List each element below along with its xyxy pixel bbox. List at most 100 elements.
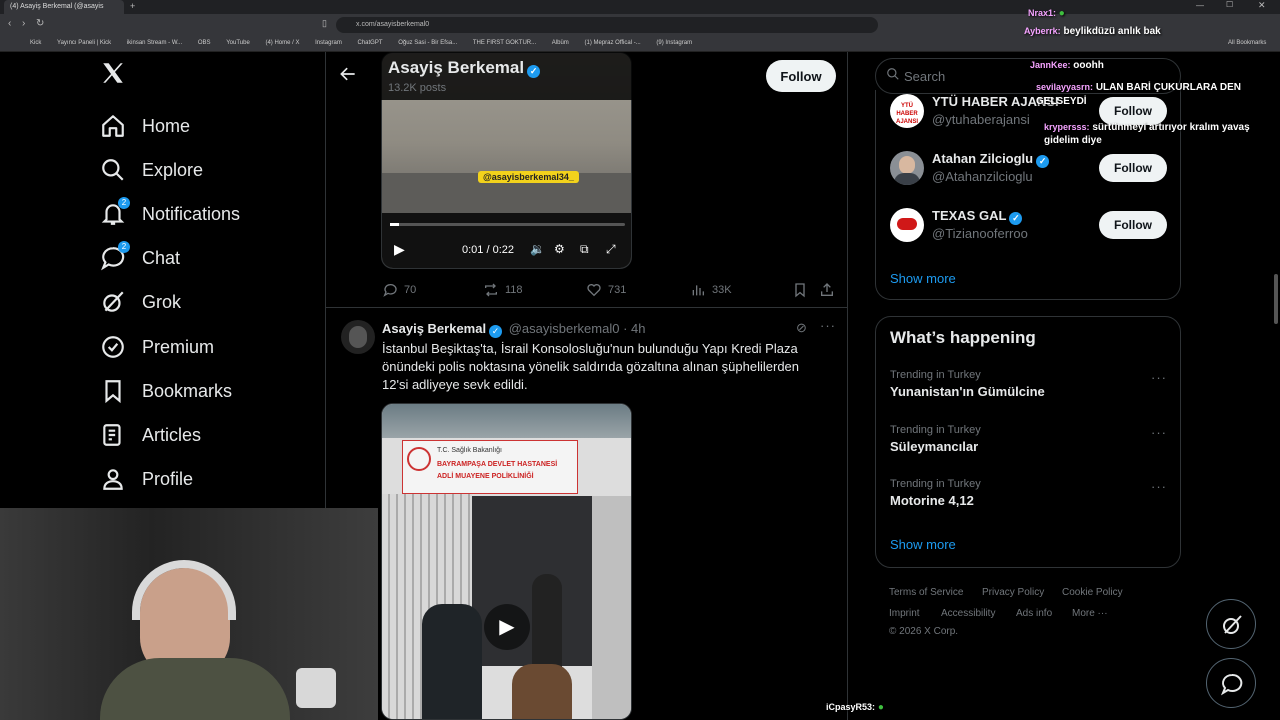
bookmark-item[interactable]: Yayıncı Paneli | Kick <box>57 40 111 46</box>
footer-link[interactable]: More ··· <box>1072 608 1108 619</box>
trend-context: Trending in Turkey <box>890 424 981 436</box>
repost-button[interactable]: 118 <box>483 282 523 298</box>
bookmark-item[interactable]: (1) Mepraz Offical -... <box>584 40 640 46</box>
like-count: 731 <box>608 284 627 296</box>
footer-link[interactable]: Accessibility <box>941 608 995 619</box>
grok-fab[interactable] <box>1206 599 1256 649</box>
video-watermark: @asayisberkemal34_ <box>478 171 579 183</box>
more-options-icon[interactable]: ··· <box>1151 479 1167 494</box>
trend-item[interactable]: Trending in Turkey Motorine 4,12 <box>890 478 1170 508</box>
nav-grok[interactable]: Grok <box>100 282 181 322</box>
bookmark-item[interactable]: OBS <box>198 40 211 46</box>
nav-profile[interactable]: Profile <box>100 459 193 499</box>
person-figure <box>422 604 482 719</box>
video-thumbnail[interactable]: T.C. Sağlık Bakanlığı BAYRAMPAŞA DEVLET … <box>381 403 632 720</box>
emote-icon: ● <box>1058 8 1065 19</box>
play-icon[interactable]: ▶ <box>394 241 405 258</box>
nav-home[interactable]: Home <box>100 106 190 146</box>
bookmark-item[interactable]: ChatGPT <box>358 40 383 46</box>
more-options-icon[interactable]: ··· <box>820 318 836 333</box>
profile-name: Asayiş Berkemal ✓ <box>388 58 541 78</box>
footer-link[interactable]: Imprint <box>889 608 920 619</box>
address-bar[interactable]: x.com/asayisberkemal0 <box>336 17 878 33</box>
views-icon <box>692 285 704 296</box>
play-icon[interactable]: ▶ <box>484 604 530 650</box>
nav-articles[interactable]: Articles <box>100 415 201 455</box>
bookmark-item[interactable]: THE FIRST GOKTUR... <box>473 40 536 46</box>
share-button[interactable] <box>819 282 841 298</box>
views-button[interactable]: 33K <box>690 282 732 298</box>
url-text: x.com/asayisberkemal0 <box>356 21 430 28</box>
bookmark-item[interactable]: Kick <box>30 40 41 46</box>
tweet-time[interactable]: · 4h <box>623 321 645 336</box>
volume-icon[interactable]: 🔉 <box>530 242 545 256</box>
trend-context: Trending in Turkey <box>890 478 981 490</box>
bookmark-item[interactable]: YouTube <box>226 40 250 46</box>
search-icon <box>100 157 126 183</box>
show-more-link[interactable]: Show more <box>890 537 956 552</box>
user-avatar <box>890 208 924 242</box>
bookmark-page-icon[interactable]: ▯ <box>322 18 327 29</box>
follow-button[interactable]: Follow <box>766 60 836 92</box>
bookmark-item[interactable]: (9) Instagram <box>656 40 692 46</box>
tweet-author-name[interactable]: Asayiş Berkemal <box>382 321 486 336</box>
nav-premium[interactable]: Premium <box>100 327 214 367</box>
like-button[interactable]: 731 <box>586 282 626 298</box>
x-logo-icon[interactable] <box>100 60 126 94</box>
nav-label: Premium <box>142 336 215 357</box>
messages-fab[interactable] <box>1206 658 1256 708</box>
progress-track[interactable] <box>390 223 625 226</box>
follow-button[interactable]: Follow <box>1099 211 1167 239</box>
bookmark-item[interactable]: Oğuz Sasi - Bir Efsa... <box>398 40 457 46</box>
follow-button[interactable]: Follow <box>1099 154 1167 182</box>
bookmark-item[interactable]: ikinsan Stream - W... <box>127 40 182 46</box>
reply-button[interactable]: 70 <box>382 282 416 298</box>
article-icon <box>100 422 126 448</box>
nav-label: Notifications <box>142 203 241 224</box>
more-options-icon[interactable]: ··· <box>1151 370 1167 385</box>
user-name: TEXAS GAL ✓ <box>932 208 1023 225</box>
show-more-link[interactable]: Show more <box>890 271 956 286</box>
nav-chat[interactable]: 2 Chat <box>100 238 180 278</box>
bookmark-item[interactable]: Albüm <box>552 40 569 46</box>
forward-nav-icon[interactable]: › <box>22 18 25 29</box>
footer-link[interactable]: Terms of Service <box>889 587 963 598</box>
browser-tab[interactable]: (4) Asayiş Berkemal (@asayis <box>4 0 124 14</box>
nav-notifications[interactable]: 2 Notifications <box>100 194 240 234</box>
page-scrollbar[interactable] <box>1274 274 1278 324</box>
footer-link[interactable]: Privacy Policy <box>982 587 1044 598</box>
chat-message: iCpasyR53: ● <box>826 702 884 713</box>
verified-icon: ✓ <box>489 325 503 338</box>
more-options-icon[interactable]: ··· <box>1151 425 1167 440</box>
repost-count: 118 <box>505 284 523 296</box>
bookmark-tweet-button[interactable] <box>792 282 814 298</box>
nav-label: Home <box>142 115 191 136</box>
reload-icon[interactable]: ↻ <box>36 18 44 29</box>
back-nav-icon[interactable]: ‹ <box>8 18 11 29</box>
suggested-user[interactable]: TEXAS GAL ✓ @Tizianooferroo Follow <box>890 208 1170 248</box>
trend-item[interactable]: Trending in Turkey Yunanistan'ın Gümülci… <box>890 369 1170 399</box>
nav-bookmarks[interactable]: Bookmarks <box>100 371 232 411</box>
grok-explain-icon[interactable]: ⊘ <box>796 320 807 336</box>
suggested-user[interactable]: Atahan Zilcioglu ✓ @Atahanzilcioglu Follo… <box>890 151 1170 191</box>
bookmark-item[interactable]: (4) Home / X <box>265 40 299 46</box>
fullscreen-icon[interactable]: ⤢ <box>606 242 616 257</box>
back-arrow-icon[interactable] <box>338 64 362 88</box>
user-handle: @Atahanzilcioglu <box>932 169 1033 184</box>
pip-icon[interactable]: ⧉ <box>580 242 589 257</box>
person-icon <box>100 466 126 492</box>
author-avatar[interactable] <box>341 320 375 354</box>
user-avatar <box>890 151 924 185</box>
trend-item[interactable]: Trending in Turkey Süleymancılar <box>890 424 1170 454</box>
new-tab-icon[interactable]: + <box>130 1 135 11</box>
user-avatar: YTÜ HABER AJANSI <box>890 94 924 128</box>
post-count: 13.2K posts <box>388 82 447 94</box>
footer-link[interactable]: Ads info <box>1016 608 1052 619</box>
bookmark-item[interactable]: Instagram <box>315 40 342 46</box>
settings-gear-icon[interactable]: ⚙ <box>554 242 565 256</box>
footer-link[interactable]: Cookie Policy <box>1062 587 1123 598</box>
verified-icon: ✓ <box>1009 212 1023 225</box>
nav-explore[interactable]: Explore <box>100 150 203 190</box>
search-placeholder: Search <box>904 69 946 84</box>
tweet-author-handle[interactable]: @asayisberkemal0 <box>509 321 620 336</box>
